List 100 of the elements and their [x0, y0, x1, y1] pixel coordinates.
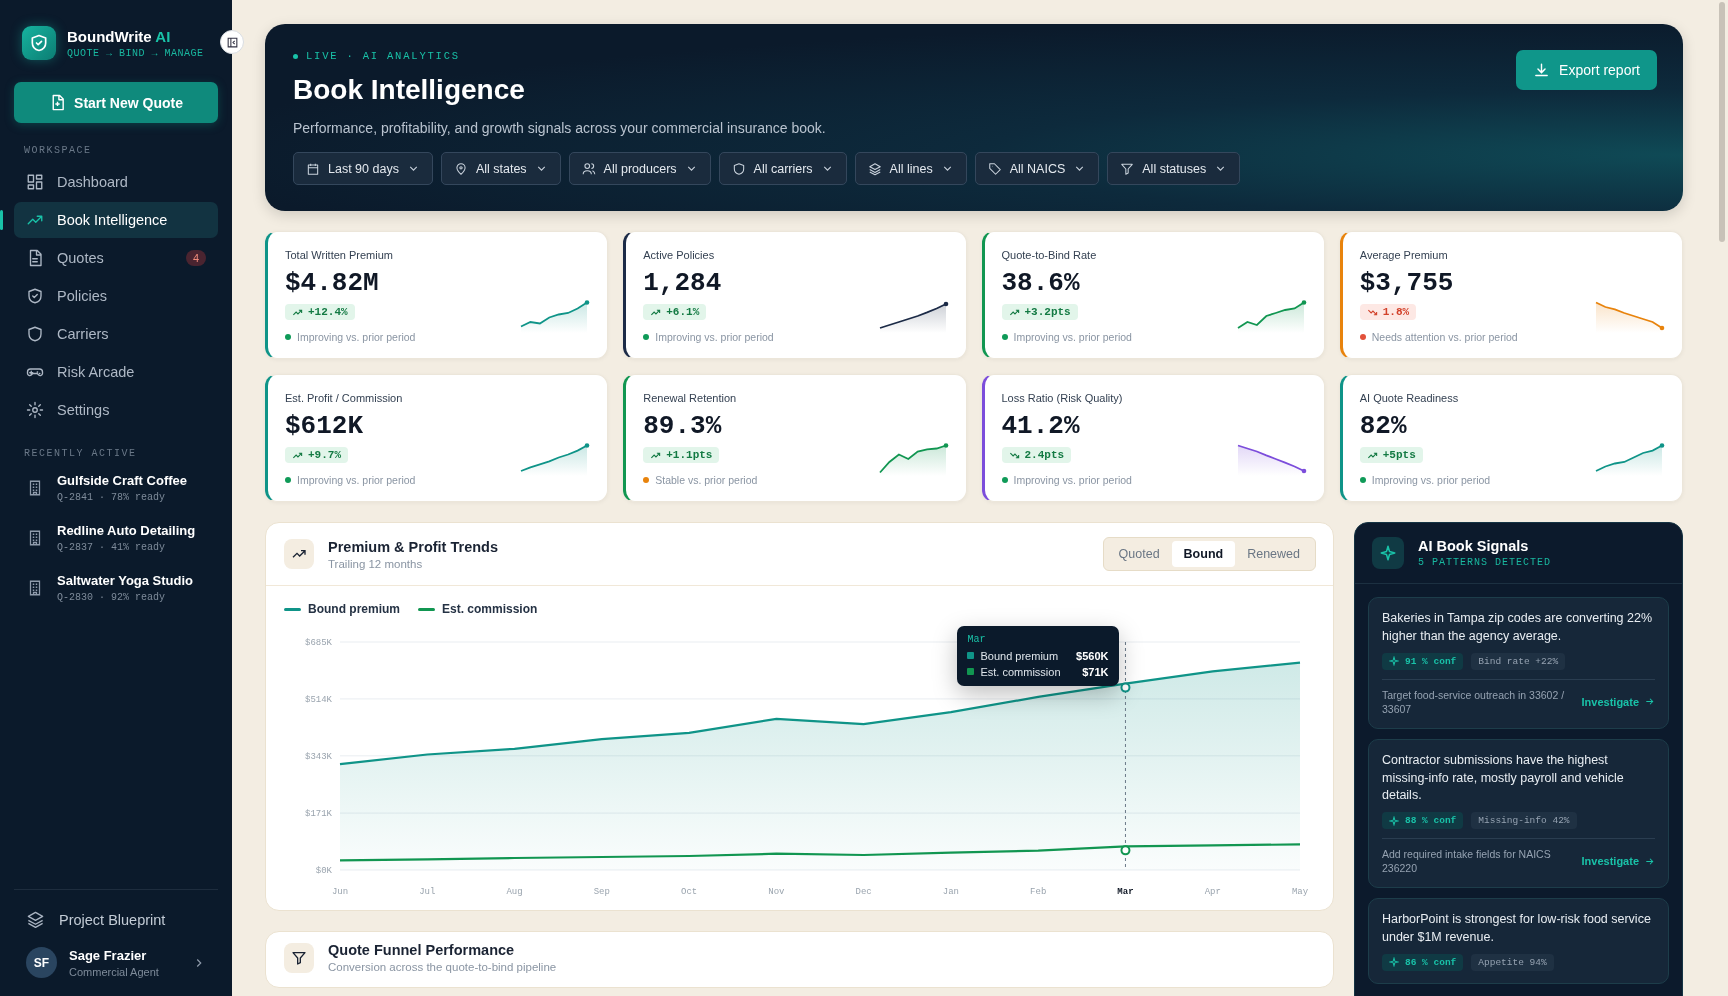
x-axis-label: Jul [419, 887, 436, 897]
kpi-label: Est. Profit / Commission [285, 392, 403, 404]
kpi-note: Stable vs. prior period [655, 474, 758, 486]
nav-item[interactable]: Policies [14, 278, 218, 314]
x-axis-label: Mar [1117, 887, 1134, 897]
hover-marker [1120, 845, 1131, 856]
y-axis-label: $685K [305, 638, 332, 648]
x-axis-label: Dec [855, 887, 872, 897]
legend-swatch [284, 607, 301, 611]
recent-quote-item[interactable]: Gulfside Craft Coffee Q-2841 · 78% ready [14, 467, 218, 509]
x-axis-label: Jun [331, 887, 349, 897]
filter-icon [1120, 161, 1135, 176]
start-new-quote-button[interactable]: Start New Quote [14, 82, 218, 123]
tooltip-swatch [967, 652, 975, 660]
dashboard-grid-icon [26, 173, 44, 191]
legend-label: Bound premium [308, 602, 400, 616]
collapse-sidebar-button[interactable] [220, 30, 244, 54]
page-subtitle: Performance, profitability, and growth signals across your commercial insurance book. [293, 120, 826, 136]
sparkle-icon [1389, 957, 1399, 968]
kpi-value: 38.6% [1001, 268, 1080, 298]
signal-text: Contractor submissions have the highest missing-info rate, mostly payroll and vehicle details. [1382, 751, 1625, 805]
recommendation-text: Add required intake fields for NAICS 236220 [1382, 847, 1552, 876]
kpi-value: 41.2% [1001, 411, 1080, 441]
shield-icon [731, 161, 746, 176]
kpi-note: Improving vs. prior period [655, 331, 774, 343]
delta-badge: 1.8% [1359, 304, 1417, 320]
filter-dropdown[interactable]: Last 90 days [293, 152, 433, 185]
section-label: WORKSPACE [24, 145, 93, 156]
signal-text: Bakeries in Tampa zip codes are converting 22% higher than the agency average. [1382, 610, 1654, 645]
panel-subtitle: 5 PATTERNS DETECTED [1418, 557, 1553, 568]
investigate-link[interactable]: Investigate [1581, 695, 1655, 708]
x-axis-label: Aug [506, 887, 523, 897]
delta-badge: +1.1pts [643, 447, 720, 463]
confidence-badge: 86 % conf [1382, 953, 1464, 971]
filter-dropdown[interactable]: All states [440, 152, 561, 185]
legend-label: Est. commission [442, 602, 538, 616]
tag-icon [987, 161, 1002, 176]
avatar: SF [26, 947, 57, 978]
segment-tab[interactable]: Bound [1171, 541, 1236, 567]
sparkle-icon [1389, 656, 1399, 666]
card-subtitle: Trailing 12 months [328, 557, 424, 570]
recent-quote-item[interactable]: Redline Auto Detailing Q-2837 · 41% ready [14, 517, 218, 559]
brand-tagline: QUOTE → BIND → MANAGE [67, 47, 204, 59]
kpi-label: Average Premium [1359, 249, 1448, 261]
signal-text: HarborPoint is strongest for low-risk food service under $1M revenue. [1382, 911, 1652, 947]
kpi-label: Renewal Retention [643, 392, 737, 404]
segment-tab[interactable]: Quoted [1106, 541, 1172, 567]
delta-badge: +5pts [1359, 447, 1423, 463]
y-axis-label: $0K [315, 866, 332, 876]
segment-tab[interactable]: Renewed [1235, 541, 1312, 567]
trend-icon [284, 539, 314, 569]
calendar-icon [306, 161, 320, 176]
kpi-note: Improving vs. prior period [1371, 474, 1491, 486]
arrow-right-icon [1644, 696, 1655, 708]
project-blueprint-link[interactable]: Project Blueprint [14, 902, 218, 937]
scrollbar[interactable] [1719, 2, 1725, 242]
kpi-label: Quote-to-Bind Rate [1001, 249, 1097, 261]
nav-item[interactable]: Quotes 4 [14, 240, 218, 276]
filter-dropdown[interactable]: All statuses [1107, 152, 1241, 185]
filter-dropdown[interactable]: All lines [854, 152, 967, 185]
nav-item[interactable]: Dashboard [14, 164, 218, 200]
y-axis-label: $514K [305, 694, 332, 705]
metric-tag: Appetite 94% [1471, 953, 1554, 971]
layers-icon [26, 910, 45, 929]
nav-item[interactable]: Settings [14, 392, 218, 428]
page-title: Book Intelligence [293, 74, 526, 106]
nav-item[interactable]: Risk Arcade [14, 354, 218, 390]
kpi-label: Active Policies [643, 249, 715, 261]
y-axis-label: $171K [305, 809, 332, 820]
x-axis-label: Oct [681, 887, 698, 897]
kpi-value: 1,284 [643, 268, 722, 298]
delta-badge: +9.7% [285, 447, 348, 463]
card-title: Quote Funnel Performance [328, 942, 516, 958]
shield-check-icon [26, 287, 44, 305]
kpi-label: Loss Ratio (Risk Quality) [1001, 392, 1123, 404]
nav-item[interactable]: Carriers [14, 316, 218, 352]
kpi-value: 82% [1359, 411, 1407, 441]
filter-dropdown[interactable]: All producers [568, 152, 711, 185]
investigate-link[interactable]: Investigate [1581, 855, 1655, 868]
confidence-badge: 91 % conf [1382, 652, 1464, 670]
card-subtitle: Conversion across the quote-to-bind pipeline [328, 961, 558, 973]
delta-badge: +6.1% [643, 304, 707, 320]
recent-quote-item[interactable]: Saltwater Yoga Studio Q-2830 · 92% ready [14, 567, 218, 609]
shield-icon [26, 325, 44, 343]
delta-badge: +12.4% [285, 304, 355, 320]
filter-dropdown[interactable]: All carriers [718, 152, 847, 185]
kpi-note: Improving vs. prior period [1013, 331, 1132, 343]
tooltip-label: Est. commission [980, 665, 1062, 678]
export-report-button[interactable]: Export report [1516, 50, 1657, 90]
tooltip-swatch [967, 668, 975, 676]
filter-dropdown[interactable]: All NAICS [974, 152, 1100, 185]
kpi-label: Total Written Premium [285, 249, 393, 261]
kpi-label: AI Quote Readiness [1359, 392, 1459, 404]
logo-icon [22, 26, 56, 60]
settings-icon [26, 401, 44, 419]
user-profile[interactable]: SF Sage Frazier Commercial Agent [14, 937, 218, 982]
tooltip-value: $560K [1076, 649, 1109, 662]
count-badge: 4 [185, 250, 206, 266]
kpi-value: $612K [285, 411, 363, 441]
sparkle-icon [1372, 537, 1404, 569]
